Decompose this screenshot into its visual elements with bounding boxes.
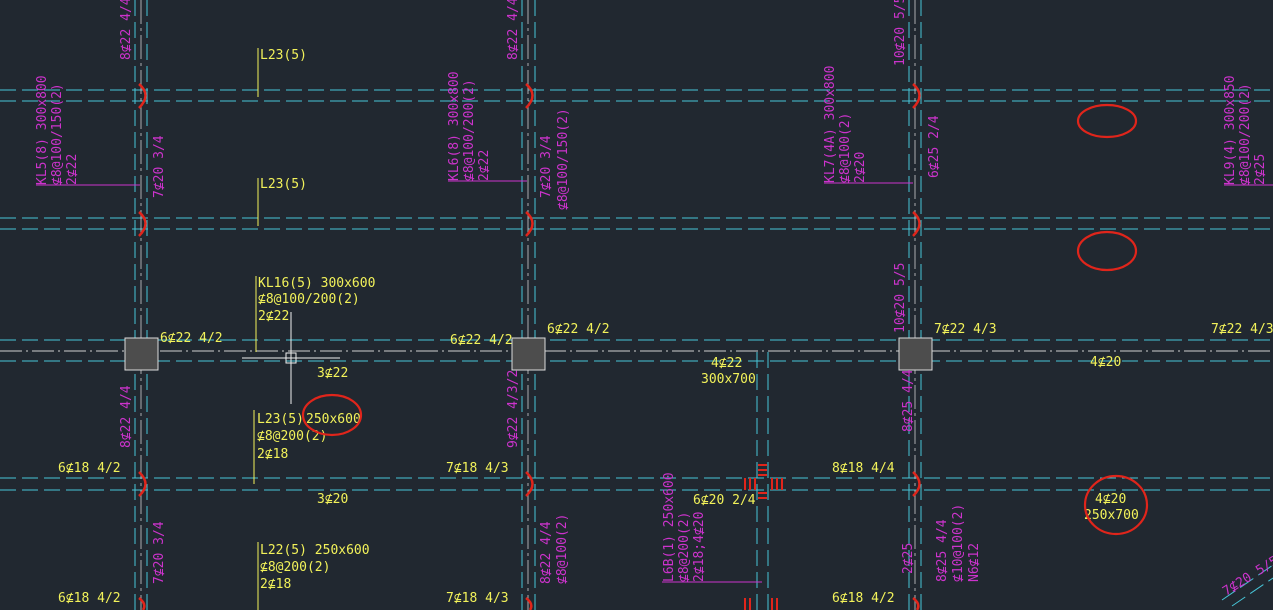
svg-text:2⊈25: 2⊈25	[1253, 154, 1268, 185]
kl16-line1: KL16(5) 300x600	[258, 276, 375, 291]
label-3g20: 3⊈20	[317, 492, 348, 507]
label-4g20-lower: 4⊈20	[1095, 492, 1126, 507]
svg-text:⊈8@100(2): ⊈8@100(2)	[555, 514, 570, 584]
l23-lower-size: 250x600	[306, 412, 361, 427]
l23-lower-line1: L23(5)	[257, 412, 304, 427]
label-4g20-mid: 4⊈20	[1090, 355, 1121, 370]
label-300x700: 300x700	[701, 372, 756, 387]
kl16-line2: ⊈8@100/200(2)	[258, 292, 360, 307]
label-col2-lower: 9⊈22 4/3/2	[506, 370, 521, 448]
label-top-col2: 8⊈22 4/4	[506, 0, 521, 60]
label-col3-lower-b: 8⊈25 4/4	[901, 369, 916, 432]
label-4g22: 4⊈22	[711, 356, 742, 371]
l23-lower-line3: 2⊈18	[257, 447, 288, 462]
svg-text:⊈10@100(2): ⊈10@100(2)	[951, 504, 966, 582]
label-row-mid-1: 6⊈22 4/2	[160, 331, 223, 346]
label-250x700: 250x700	[1084, 508, 1139, 523]
kl16-line3: 2⊈22	[258, 309, 289, 324]
label-col1-lower: 8⊈22 4/4	[119, 385, 134, 448]
svg-text:L6B(1) 250x600: L6B(1) 250x600	[662, 472, 677, 582]
label-6g20: 6⊈20 2/4	[693, 493, 756, 508]
label-col3-lower-a: 10⊈20 5/5	[893, 263, 908, 333]
label-col1-bottom: 7⊈20 3/4	[152, 521, 167, 584]
label-l23-top: L23(5)	[260, 48, 307, 63]
label-row5-1: 6⊈18 4/2	[58, 591, 121, 606]
label-row3-2: 7⊈18 4/3	[446, 461, 509, 476]
label-row-mid-2: 6⊈22 4/2	[450, 333, 513, 348]
svg-text:2⊈22: 2⊈22	[65, 154, 80, 185]
label-l23-mid: L23(5)	[260, 177, 307, 192]
label-row3-1: 6⊈18 4/2	[58, 461, 121, 476]
label-top-col1: 8⊈22 4/4	[119, 0, 134, 60]
svg-text:8⊈25 4/4: 8⊈25 4/4	[935, 519, 950, 582]
label-row5-2: 7⊈18 4/3	[446, 591, 509, 606]
label-row5-3: 6⊈18 4/2	[832, 591, 895, 606]
label-row3-3: 8⊈18 4/4	[832, 461, 895, 476]
svg-text:⊈8@100/150(2): ⊈8@100/150(2)	[50, 83, 65, 185]
svg-text:2⊈20: 2⊈20	[853, 152, 868, 183]
cad-drawing[interactable]: 8⊈22 4/4 8⊈22 4/4 10⊈20 5/5 L23(5) L23(5…	[0, 0, 1273, 610]
svg-text:KL7(4A) 300x800: KL7(4A) 300x800	[823, 66, 838, 183]
label-col1-upper: 7⊈20 3/4	[152, 135, 167, 198]
svg-text:2⊈18;4⊈20: 2⊈18;4⊈20	[692, 512, 707, 582]
label-3g22: 3⊈22	[317, 366, 348, 381]
label-col3-upper: 6⊈25 2/4	[927, 115, 942, 178]
column-2[interactable]	[511, 337, 546, 371]
column-1[interactable]	[124, 337, 159, 371]
svg-text:⊈8@100/200(2): ⊈8@100/200(2)	[1238, 83, 1253, 185]
svg-text:KL6(8) 300x800: KL6(8) 300x800	[447, 71, 462, 181]
l22-line3: 2⊈18	[260, 577, 291, 592]
label-top-col3: 10⊈20 5/5	[893, 0, 908, 66]
svg-text:KL5(8) 300x800: KL5(8) 300x800	[35, 75, 50, 185]
svg-text:⊈8@200(2): ⊈8@200(2)	[677, 512, 692, 582]
label-row-mid-4: 7⊈22 4/3	[934, 322, 997, 337]
svg-text:2⊈22: 2⊈22	[477, 150, 492, 181]
svg-text:N6⊈12: N6⊈12	[967, 543, 982, 582]
svg-text:8⊈22 4/4: 8⊈22 4/4	[539, 521, 554, 584]
l22-line2: ⊈8@200(2)	[260, 560, 330, 575]
label-col3-bottom-a: 2⊈25	[901, 543, 916, 574]
label-row-mid-3: 6⊈22 4/2	[547, 322, 610, 337]
l22-line1: L22(5) 250x600	[260, 543, 370, 558]
svg-text:KL9(4) 300x850: KL9(4) 300x850	[1223, 75, 1238, 185]
column-3[interactable]	[898, 337, 933, 371]
label-col2-upper-a: 7⊈20 3/4	[539, 135, 554, 198]
drawing-background	[0, 0, 1273, 610]
label-row-mid-5: 7⊈22 4/3	[1211, 322, 1273, 337]
svg-text:⊈8@100/200(2): ⊈8@100/200(2)	[462, 79, 477, 181]
col2-bottom-annotation: 8⊈22 4/4 ⊈8@100(2)	[539, 514, 570, 584]
svg-text:⊈8@100(2): ⊈8@100(2)	[838, 113, 853, 183]
label-col2-upper-b: ⊈8@100/150(2)	[556, 108, 571, 210]
